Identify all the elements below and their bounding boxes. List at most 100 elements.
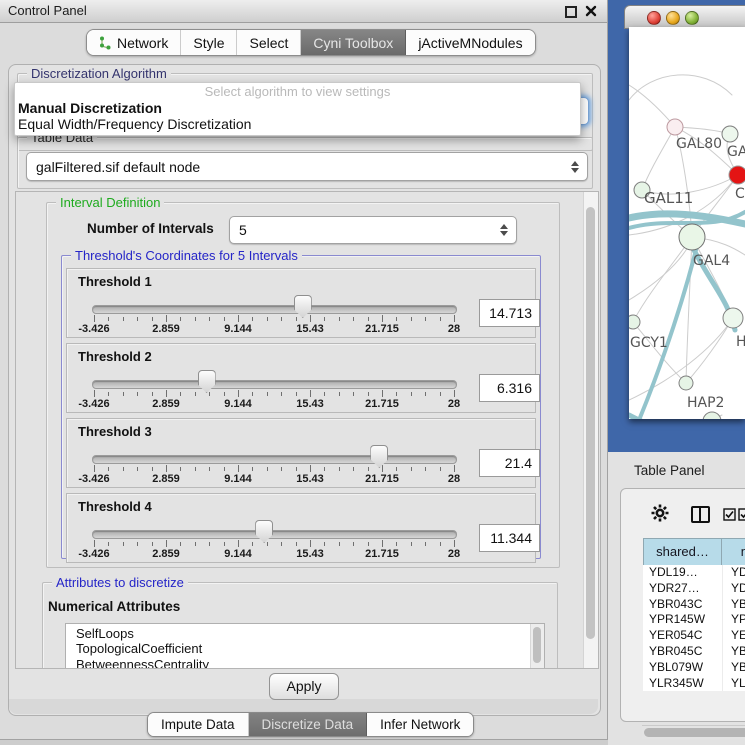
network-node[interactable]	[629, 315, 640, 329]
attribute-list-item[interactable]: TopologicalCoefficient	[66, 641, 544, 656]
table-row[interactable]: YBR043CYBR0	[643, 597, 745, 613]
number-of-intervals-label: Number of Intervals	[87, 221, 214, 236]
threshold-label: Threshold 1	[78, 274, 152, 289]
tab-label: Style	[193, 35, 224, 51]
tick-label: -3.426	[78, 398, 109, 410]
tab-impute-data[interactable]: Impute Data	[148, 713, 249, 736]
minimize-traffic-light[interactable]	[666, 11, 680, 25]
slider-track[interactable]	[92, 455, 457, 464]
table-row[interactable]: YBL079WYBL0	[643, 660, 745, 676]
network-edge[interactable]	[642, 127, 675, 190]
combo-arrows-icon	[566, 161, 584, 173]
numerical-attributes-label: Numerical Attributes	[48, 599, 180, 614]
tab-select[interactable]: Select	[237, 30, 301, 55]
settings-vertical-scrollbar[interactable]	[583, 192, 598, 668]
tick-label: 28	[448, 473, 460, 485]
tick-label: 2.859	[152, 473, 180, 485]
slider-track[interactable]	[92, 530, 457, 539]
tick-label: 2.859	[152, 548, 180, 560]
tab-network[interactable]: Network	[87, 30, 181, 55]
algorithm-option[interactable]: Equal Width/Frequency Discretization	[15, 116, 580, 132]
network-edge[interactable]	[633, 237, 692, 322]
attributes-group: Attributes to discretize Numerical Attri…	[42, 582, 558, 669]
column-header-name[interactable]: name	[721, 538, 745, 566]
control-panel-titlebar: Control Panel	[0, 0, 607, 23]
table-row[interactable]: YER054CYER0	[643, 628, 745, 644]
network-edge[interactable]	[686, 237, 692, 383]
tab-label: Cyni Toolbox	[313, 35, 393, 51]
network-node[interactable]	[722, 126, 738, 142]
float-window-icon[interactable]	[565, 6, 577, 18]
zoom-traffic-light[interactable]	[685, 11, 699, 25]
network-node[interactable]	[703, 412, 721, 419]
threshold-value-field[interactable]: 11.344	[479, 524, 540, 552]
node-table[interactable]: YDL19…YDL1YDR27…YDR2YBR043CYBR0YPR145WYP…	[643, 565, 745, 691]
cell-name: YPR1	[723, 612, 745, 628]
scrollbar-thumb[interactable]	[586, 207, 595, 639]
table-row[interactable]: YLR345WYLR3	[643, 676, 745, 691]
attributes-list-scrollbar[interactable]	[530, 624, 544, 669]
tab-label: Select	[249, 35, 288, 51]
threshold-label: Threshold 2	[78, 349, 152, 364]
table-row[interactable]: YDR27…YDR2	[643, 581, 745, 597]
slider-track[interactable]	[92, 305, 457, 314]
number-of-intervals-combobox[interactable]: 5	[229, 216, 517, 244]
threshold-label: Threshold 4	[78, 499, 152, 514]
network-edge[interactable]	[629, 85, 675, 127]
close-traffic-light[interactable]	[647, 11, 661, 25]
tab-infer-network[interactable]: Infer Network	[367, 713, 473, 736]
network-node[interactable]	[679, 224, 705, 250]
checkbox-icon[interactable]	[723, 508, 736, 521]
threshold-value-field[interactable]: 6.316	[479, 374, 540, 402]
tab-cyni-toolbox[interactable]: Cyni Toolbox	[301, 30, 406, 55]
slider-ticks	[94, 540, 454, 548]
checkbox-icon[interactable]	[738, 508, 745, 521]
cell-shared-name: YBR045C	[643, 644, 723, 660]
tab-style[interactable]: Style	[181, 30, 237, 55]
table-row[interactable]: YPR145WYPR1	[643, 612, 745, 628]
algorithm-option[interactable]: Manual Discretization	[15, 100, 580, 116]
tick-label: -3.426	[78, 323, 109, 335]
table-row[interactable]: YDL19…YDL1	[643, 565, 745, 581]
attribute-list-item[interactable]: BetweennessCentrality	[66, 657, 544, 669]
network-edge[interactable]	[633, 322, 686, 383]
column-header-shared-name[interactable]: shared…	[643, 538, 722, 566]
threshold-panel: Threshold 4-3.4262.8599.14415.4321.71528…	[66, 493, 536, 563]
numerical-attributes-list[interactable]: SelfLoopsTopologicalCoefficientBetweenne…	[65, 623, 545, 669]
scrollbar-thumb[interactable]	[644, 728, 745, 737]
network-node[interactable]	[667, 119, 683, 135]
network-edge[interactable]	[629, 415, 742, 419]
show-columns-icon[interactable]	[691, 506, 710, 523]
attributes-group-title: Attributes to discretize	[52, 575, 188, 590]
network-window-titlebar[interactable]	[624, 5, 745, 29]
network-node[interactable]	[679, 376, 693, 390]
threshold-value-field[interactable]: 21.4	[479, 449, 540, 477]
node-label: GA	[727, 144, 745, 160]
table-horizontal-scrollbar[interactable]	[642, 725, 745, 739]
close-icon[interactable]	[585, 5, 597, 17]
network-graph[interactable]: GAL80GACGAL11GAL4GCY1HHAP2	[629, 27, 745, 419]
window-title: Control Panel	[8, 3, 87, 18]
thresholds-group-title: Threshold's Coordinates for 5 Intervals	[71, 248, 302, 263]
slider-track[interactable]	[92, 380, 457, 389]
tab-jactivemnodules[interactable]: jActiveMNodules	[406, 30, 534, 55]
tab-discretize-data[interactable]: Discretize Data	[249, 713, 368, 736]
network-node[interactable]	[729, 166, 745, 184]
slider-tick-labels: -3.4262.8599.14415.4321.71528	[94, 323, 454, 335]
cyni-bottom-tab-bar: Impute DataDiscretize DataInfer Network	[147, 712, 474, 737]
table-panel: Table Panel shared… name YDL19…YDL1YDR27…	[608, 452, 745, 745]
table-panel-body: shared… name YDL19…YDL1YDR27…YDR2YBR043C…	[620, 488, 745, 722]
table-data-combobox[interactable]: galFiltered.sif default node	[26, 152, 588, 181]
algorithm-dropdown-popup: Select algorithm to view settings Manual…	[14, 82, 581, 136]
tick-label: 9.144	[224, 548, 252, 560]
network-canvas[interactable]: GAL80GACGAL11GAL4GCY1HHAP2	[629, 27, 745, 419]
network-node[interactable]	[723, 308, 743, 328]
cell-shared-name: YER054C	[643, 628, 723, 644]
threshold-value-field[interactable]: 14.713	[479, 299, 540, 327]
apply-button[interactable]: Apply	[269, 673, 339, 700]
attribute-list-item[interactable]: SelfLoops	[66, 626, 544, 641]
slider-ticks	[94, 390, 454, 398]
table-row[interactable]: YBR045CYBR0	[643, 644, 745, 660]
gear-icon[interactable]	[651, 504, 669, 522]
tick-label: 21.715	[365, 398, 399, 410]
